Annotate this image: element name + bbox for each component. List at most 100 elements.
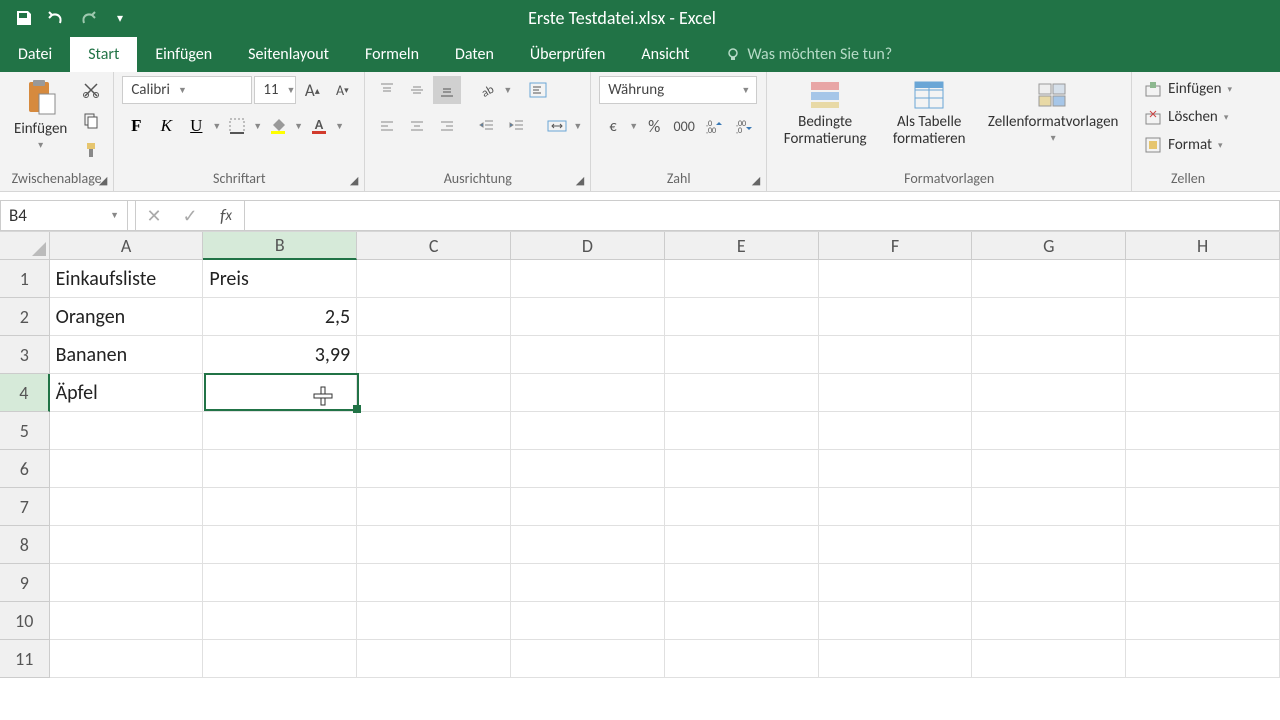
cell[interactable] xyxy=(819,526,973,564)
merge-button[interactable] xyxy=(543,112,571,140)
clipboard-launcher[interactable]: ◢ xyxy=(99,174,107,187)
cell[interactable] xyxy=(1126,260,1280,298)
cell[interactable] xyxy=(511,412,665,450)
paste-button[interactable]: Einfügen ▾ xyxy=(8,76,73,153)
cell[interactable] xyxy=(819,298,973,336)
fill-color-button[interactable] xyxy=(264,112,292,140)
cell[interactable] xyxy=(511,374,665,412)
row-header[interactable]: 7 xyxy=(0,488,50,526)
undo-button[interactable] xyxy=(42,4,70,32)
cell[interactable] xyxy=(665,602,819,640)
save-button[interactable] xyxy=(10,4,38,32)
font-launcher[interactable]: ◢ xyxy=(350,174,358,187)
worksheet-grid[interactable]: ABCDEFGH1EinkaufslistePreis2Orangen2,53B… xyxy=(0,232,1280,678)
font-color-button[interactable]: A xyxy=(305,112,333,140)
align-bottom-button[interactable] xyxy=(433,76,461,104)
cell[interactable] xyxy=(972,260,1126,298)
tab-ansicht[interactable]: Ansicht xyxy=(623,37,707,72)
align-top-button[interactable] xyxy=(373,76,401,104)
cell[interactable] xyxy=(203,374,357,412)
row-header[interactable]: 5 xyxy=(0,412,50,450)
cell[interactable] xyxy=(50,412,204,450)
tab-ueberpruefen[interactable]: Überprüfen xyxy=(512,37,623,72)
cell[interactable] xyxy=(203,488,357,526)
cell[interactable] xyxy=(972,374,1126,412)
cell[interactable] xyxy=(357,374,511,412)
conditional-format-button[interactable]: Bedingte Formatierung xyxy=(775,76,875,149)
chevron-down-icon[interactable]: ▼ xyxy=(335,121,344,132)
chevron-down-icon[interactable]: ▼ xyxy=(212,121,221,132)
cell[interactable] xyxy=(819,374,973,412)
row-header[interactable]: 2 xyxy=(0,298,50,336)
delete-cells-button[interactable]: Löschen▾ xyxy=(1140,104,1232,130)
cell[interactable] xyxy=(665,260,819,298)
cell[interactable] xyxy=(203,412,357,450)
decrease-decimal-button[interactable]: ,00,0 xyxy=(730,112,758,140)
formula-input[interactable] xyxy=(245,200,1280,231)
cell[interactable]: Äpfel xyxy=(50,374,204,412)
chevron-down-icon[interactable]: ▼ xyxy=(573,121,582,132)
cell[interactable]: Orangen xyxy=(50,298,204,336)
cell[interactable] xyxy=(665,336,819,374)
accounting-format-button[interactable]: € xyxy=(599,112,627,140)
cell[interactable] xyxy=(819,450,973,488)
cell-styles-button[interactable]: Zellenformatvorlagen ▾ xyxy=(983,76,1123,146)
cell[interactable] xyxy=(357,336,511,374)
cell[interactable] xyxy=(819,412,973,450)
decrease-indent-button[interactable] xyxy=(473,112,501,140)
align-center-button[interactable] xyxy=(403,112,431,140)
cell[interactable] xyxy=(511,298,665,336)
cell[interactable] xyxy=(1126,412,1280,450)
format-painter-button[interactable] xyxy=(77,136,105,164)
chevron-down-icon[interactable]: ▼ xyxy=(294,121,303,132)
column-header[interactable]: G xyxy=(972,232,1126,260)
cell[interactable] xyxy=(511,488,665,526)
cell[interactable]: Preis xyxy=(203,260,357,298)
cell[interactable] xyxy=(1126,298,1280,336)
cell[interactable] xyxy=(819,488,973,526)
cell[interactable] xyxy=(972,298,1126,336)
tab-seitenlayout[interactable]: Seitenlayout xyxy=(230,37,347,72)
cell[interactable] xyxy=(203,602,357,640)
cell[interactable] xyxy=(357,526,511,564)
increase-decimal-button[interactable]: ,0,00 xyxy=(700,112,728,140)
cell[interactable] xyxy=(50,640,204,678)
cell[interactable] xyxy=(819,260,973,298)
align-launcher[interactable]: ◢ xyxy=(576,174,584,187)
cut-button[interactable] xyxy=(77,76,105,104)
cell[interactable] xyxy=(203,526,357,564)
cell[interactable] xyxy=(511,640,665,678)
cell[interactable] xyxy=(50,488,204,526)
row-header[interactable]: 6 xyxy=(0,450,50,488)
decrease-font-button[interactable]: A▾ xyxy=(328,76,356,104)
orientation-button[interactable]: ab xyxy=(473,76,501,104)
row-header[interactable]: 1 xyxy=(0,260,50,298)
cell[interactable] xyxy=(665,640,819,678)
cell[interactable] xyxy=(665,374,819,412)
chevron-down-icon[interactable]: ▼ xyxy=(629,121,638,132)
cell[interactable] xyxy=(357,488,511,526)
chevron-down-icon[interactable]: ▼ xyxy=(503,85,512,96)
cell[interactable] xyxy=(1126,488,1280,526)
cell[interactable] xyxy=(1126,602,1280,640)
tell-me-search[interactable]: Was möchten Sie tun? xyxy=(707,37,910,72)
tab-daten[interactable]: Daten xyxy=(437,37,512,72)
cell[interactable] xyxy=(50,450,204,488)
underline-button[interactable]: U xyxy=(182,112,210,140)
cell[interactable] xyxy=(50,602,204,640)
cell[interactable] xyxy=(50,526,204,564)
cell[interactable] xyxy=(665,298,819,336)
tab-formeln[interactable]: Formeln xyxy=(347,37,437,72)
bold-button[interactable]: F xyxy=(122,112,150,140)
cell[interactable] xyxy=(357,450,511,488)
cell[interactable] xyxy=(665,412,819,450)
cell[interactable] xyxy=(357,260,511,298)
insert-cells-button[interactable]: Einfügen▾ xyxy=(1140,76,1236,102)
cell[interactable] xyxy=(1126,640,1280,678)
cell[interactable] xyxy=(1126,564,1280,602)
cell[interactable] xyxy=(665,488,819,526)
cell[interactable] xyxy=(665,526,819,564)
cell[interactable] xyxy=(665,450,819,488)
cell[interactable] xyxy=(50,564,204,602)
format-as-table-button[interactable]: Als Tabelle formatieren xyxy=(879,76,979,149)
